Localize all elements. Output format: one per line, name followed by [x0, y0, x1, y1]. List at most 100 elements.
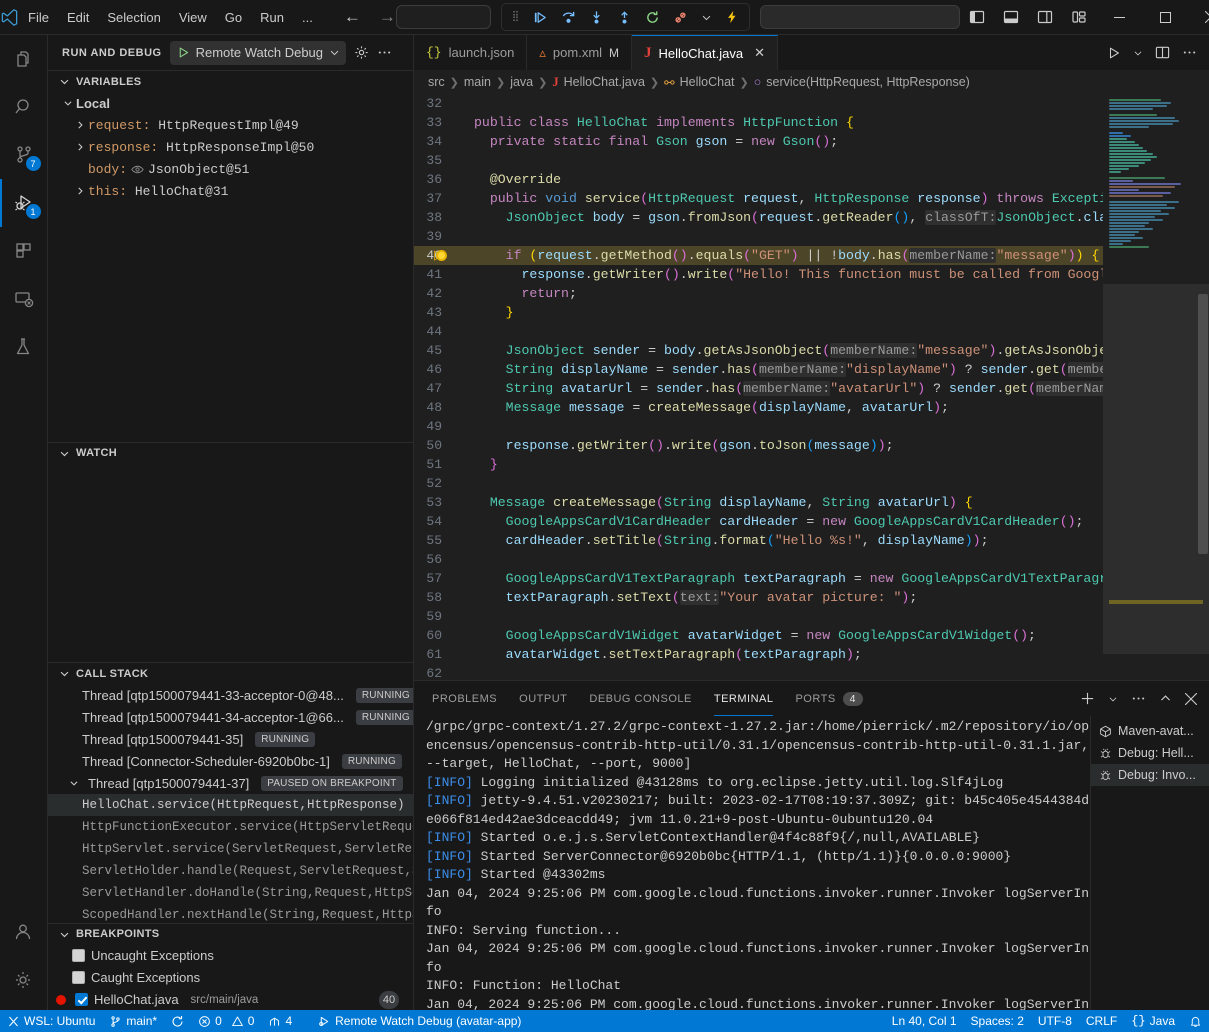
toggle-secondary-sidebar-icon[interactable] [1028, 0, 1062, 35]
code-line[interactable]: 51 } [414, 455, 1103, 474]
chevron-down-icon[interactable] [329, 47, 340, 58]
breakpoints-section-header[interactable]: BREAKPOINTS [48, 923, 413, 945]
sidebar-more-actions-icon[interactable] [377, 45, 392, 60]
menu-selection[interactable]: Selection [98, 7, 169, 28]
variable-row-response[interactable]: response: HttpResponseImpl@50 [48, 136, 413, 158]
status-problems[interactable]: 0 0 [191, 1010, 261, 1032]
status-language-mode[interactable]: {} Java [1124, 1010, 1182, 1032]
tab-problems[interactable]: PROBLEMS [432, 681, 497, 716]
call-stack-frame[interactable]: HelloChat.service(HttpRequest,HttpRespon… [48, 794, 413, 816]
watch-section-header[interactable]: WATCH [48, 442, 413, 464]
breadcrumb-item-src[interactable]: src [428, 75, 445, 89]
call-stack-frame[interactable]: ServletHolder.handle(Request,ServletRequ… [48, 860, 413, 882]
call-stack-thread[interactable]: Thread [qtp1500079441-34-acceptor-1@66..… [48, 706, 413, 728]
code-line[interactable]: 44 [414, 322, 1103, 341]
menu-go[interactable]: Go [216, 7, 251, 28]
close-icon[interactable]: ✕ [754, 45, 765, 61]
arrow-right-icon[interactable]: → [379, 7, 396, 27]
launch-configuration-dropdown[interactable]: Remote Watch Debug [170, 41, 346, 65]
code-line[interactable]: 55 cardHeader.setTitle(String.format("He… [414, 531, 1103, 550]
tab-ports[interactable]: PORTS4 [795, 681, 863, 716]
terminal-instance-maven[interactable]: Maven-avat... [1091, 720, 1209, 742]
variable-row-request[interactable]: request: HttpRequestImpl@49 [48, 114, 413, 136]
checkbox[interactable] [75, 993, 88, 1006]
menu-file[interactable]: File [19, 7, 58, 28]
checkbox[interactable] [72, 971, 85, 984]
close-panel-icon[interactable] [1185, 693, 1197, 705]
disconnect-icon[interactable] [673, 10, 688, 25]
code-line[interactable]: 54 GoogleAppsCardV1CardHeader cardHeader… [414, 512, 1103, 531]
chevron-right-icon[interactable] [72, 142, 88, 152]
minimap-slider[interactable] [1103, 284, 1209, 654]
chevron-right-icon[interactable] [72, 186, 88, 196]
chevron-down-icon[interactable] [66, 778, 82, 788]
code-line[interactable]: 41 response.getWriter().write("Hello! Th… [414, 265, 1103, 284]
call-stack-thread-paused[interactable]: Thread [qtp1500079441-37] PAUSED ON BREA… [48, 772, 413, 794]
code-line[interactable]: 46 String displayName = sender.has(membe… [414, 360, 1103, 379]
code-editor[interactable]: 32 33public class HelloChat implements H… [414, 94, 1209, 680]
tab-hellochat-java[interactable]: J HelloChat.java ✕ [632, 35, 778, 70]
code-viewport[interactable]: 32 33public class HelloChat implements H… [414, 94, 1103, 680]
window-close-button[interactable] [1188, 0, 1209, 35]
lightning-icon[interactable] [725, 10, 739, 24]
breadcrumb-item-file[interactable]: HelloChat.java [564, 75, 645, 89]
code-line[interactable]: 61 avatarWidget.setTextParagraph(textPar… [414, 645, 1103, 664]
chevron-down-icon[interactable] [1133, 48, 1143, 58]
breadcrumb-item-main[interactable]: main [464, 75, 491, 89]
status-notifications[interactable] [1182, 1010, 1209, 1032]
code-line[interactable]: 33public class HelloChat implements Http… [414, 113, 1103, 132]
code-line-breakpoint[interactable]: ▷40 if (request.getMethod().equals("GET"… [414, 246, 1103, 265]
chevron-down-icon[interactable] [1108, 694, 1118, 704]
checkbox[interactable] [72, 949, 85, 962]
code-line[interactable]: 42 return; [414, 284, 1103, 303]
continue-icon[interactable] [533, 10, 548, 25]
terminal-output[interactable]: /grpc/grpc-context/1.27.2/grpc-context-1… [414, 716, 1090, 1010]
code-line[interactable]: 52 [414, 474, 1103, 493]
window-maximize-button[interactable] [1142, 0, 1188, 35]
call-stack-thread[interactable]: Thread [Connector-Scheduler-6920b0bc-1] … [48, 750, 413, 772]
code-line[interactable]: 56 [414, 550, 1103, 569]
code-line[interactable]: 58 textParagraph.setText(text:"Your avat… [414, 588, 1103, 607]
minimap[interactable] [1103, 94, 1209, 680]
tab-debug-console[interactable]: DEBUG CONSOLE [589, 681, 691, 716]
breakpoint-hellochat-java[interactable]: HelloChat.java src/main/java 40 [48, 989, 413, 1010]
call-stack-thread[interactable]: Thread [qtp1500079441-33-acceptor-0@48..… [48, 684, 413, 706]
restart-icon[interactable] [645, 10, 660, 25]
customize-layout-icon[interactable] [1062, 0, 1096, 35]
maximize-panel-icon[interactable] [1159, 692, 1172, 705]
tab-pom-xml[interactable]: ▵ pom.xml M [527, 35, 632, 70]
activity-accounts-icon[interactable] [0, 908, 48, 956]
code-line[interactable]: 43 } [414, 303, 1103, 322]
terminal-instance-debug-hello[interactable]: Debug: Hell... [1091, 742, 1209, 764]
run-icon[interactable] [1107, 46, 1121, 60]
code-line[interactable]: 35 [414, 151, 1103, 170]
command-center-input[interactable] [396, 5, 491, 29]
scrollbar-thumb[interactable] [1198, 294, 1208, 554]
code-line[interactable]: 37 public void service(HttpRequest reque… [414, 189, 1103, 208]
breadcrumb-item-method[interactable]: service(HttpRequest, HttpResponse) [766, 75, 970, 89]
status-encoding[interactable]: UTF-8 [1031, 1010, 1079, 1032]
variable-row-this[interactable]: this: HelloChat@31 [48, 180, 413, 202]
split-editor-icon[interactable] [1155, 45, 1170, 60]
watch-expressions-list[interactable] [48, 464, 413, 663]
code-line[interactable]: 45 JsonObject sender = body.getAsJsonObj… [414, 341, 1103, 360]
menu-run[interactable]: Run [251, 7, 293, 28]
tab-launch-json[interactable]: {} launch.json [414, 35, 527, 70]
code-line[interactable]: 60 GoogleAppsCardV1Widget avatarWidget =… [414, 626, 1103, 645]
menu-edit[interactable]: Edit [58, 7, 98, 28]
call-stack-thread[interactable]: Thread [qtp1500079441-35] RUNNING [48, 728, 413, 750]
breakpoint-uncaught-exceptions[interactable]: Uncaught Exceptions [48, 945, 413, 967]
status-branch[interactable]: main* [102, 1010, 164, 1032]
call-stack-frame[interactable]: ScopedHandler.nextHandle(String,Request,… [48, 904, 413, 922]
chevron-down-icon[interactable] [701, 12, 712, 23]
code-line[interactable]: 47 String avatarUrl = sender.has(memberN… [414, 379, 1103, 398]
code-line[interactable]: 34 private static final Gson gson = new … [414, 132, 1103, 151]
code-line[interactable]: 53 Message createMessage(String displayN… [414, 493, 1103, 512]
step-into-icon[interactable] [589, 10, 604, 25]
code-line[interactable]: 48 Message message = createMessage(displ… [414, 398, 1103, 417]
editor-scrollbar[interactable] [1195, 94, 1209, 680]
breakpoint-caught-exceptions[interactable]: Caught Exceptions [48, 967, 413, 989]
breadcrumb-item-java[interactable]: java [510, 75, 533, 89]
more-icon[interactable] [1131, 691, 1146, 706]
eye-icon[interactable] [131, 164, 144, 175]
